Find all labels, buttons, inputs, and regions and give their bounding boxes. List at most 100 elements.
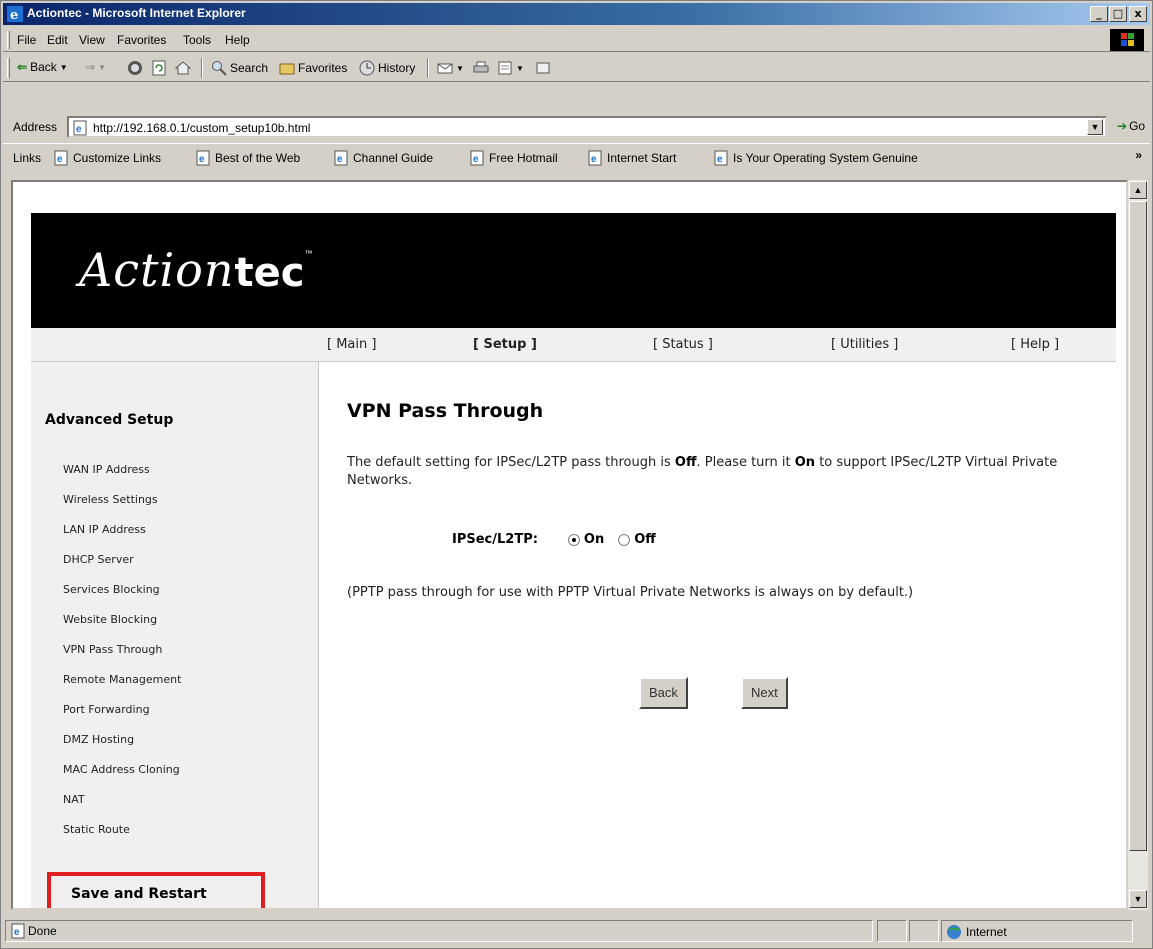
window-title: Actiontec - Microsoft Internet Explorer <box>27 6 246 20</box>
save-and-restart-link[interactable]: Save and Restart <box>71 886 207 902</box>
favorites-label: Favorites <box>298 61 348 75</box>
history-button[interactable]: History <box>359 60 415 76</box>
sidebar-item-vpn-pass-through[interactable]: VPN Pass Through <box>63 643 162 656</box>
ipsec-l2tp-row: IPSec/L2TP: On Off <box>452 532 670 547</box>
history-icon <box>359 60 375 76</box>
refresh-button[interactable] <box>151 60 167 76</box>
toolbar-separator <box>427 58 429 78</box>
next-page-button[interactable]: Next <box>741 677 788 709</box>
nav-help[interactable]: [ Help ] <box>1011 337 1059 352</box>
mail-dropdown-icon: ▼ <box>456 63 464 73</box>
menu-favorites[interactable]: Favorites <box>117 33 166 47</box>
history-label: History <box>378 61 416 75</box>
vertical-scrollbar[interactable]: ▲ ▼ <box>1128 180 1148 910</box>
sidebar-item-dhcp-server[interactable]: DHCP Server <box>63 553 134 566</box>
close-button[interactable]: x <box>1129 6 1147 22</box>
link-label: Channel Guide <box>353 151 434 165</box>
address-field[interactable]: e ▼ <box>67 116 1107 138</box>
ipsec-on-label: On <box>583 532 605 547</box>
sidebar-item-port-forwarding[interactable]: Port Forwarding <box>63 703 150 716</box>
menu-view[interactable]: View <box>79 33 105 47</box>
sidebar-item-static-route[interactable]: Static Route <box>63 823 130 836</box>
edit-icon <box>498 61 512 75</box>
link-internet-start[interactable]: e Internet Start <box>587 150 676 166</box>
maximize-button[interactable]: □ <box>1109 6 1127 22</box>
link-customize-links[interactable]: e Customize Links <box>53 150 161 166</box>
sidebar-item-mac-address-cloning[interactable]: MAC Address Cloning <box>63 763 180 776</box>
toolbar-band <box>3 83 1150 113</box>
discuss-button[interactable] <box>535 60 551 76</box>
page-icon: e <box>588 150 602 166</box>
svg-text:e: e <box>473 154 479 165</box>
menu-tools[interactable]: Tools <box>183 33 211 47</box>
mail-button[interactable]: ▼ <box>437 60 464 76</box>
address-dropdown-icon[interactable]: ▼ <box>1087 119 1103 135</box>
back-page-button[interactable]: Back <box>639 677 688 709</box>
back-button[interactable]: ⇐ Back ▼ <box>17 60 68 74</box>
sidebar-item-remote-management[interactable]: Remote Management <box>63 673 181 686</box>
nav-status[interactable]: [ Status ] <box>653 337 713 352</box>
title-bar: e Actiontec - Microsoft Internet Explore… <box>3 3 1150 25</box>
links-bar: Links e Customize Links e Best of the We… <box>3 143 1150 171</box>
menu-help[interactable]: Help <box>225 33 250 47</box>
svg-text:e: e <box>591 154 597 165</box>
scroll-down-icon[interactable]: ▼ <box>1129 890 1147 908</box>
link-channel-guide[interactable]: e Channel Guide <box>333 150 433 166</box>
ipsec-off-label: Off <box>634 532 656 547</box>
sidebar-item-lan-ip-address[interactable]: LAN IP Address <box>63 523 146 536</box>
toolbar-grip <box>7 31 10 49</box>
links-more-chevron-icon[interactable]: » <box>1135 148 1142 162</box>
sidebar-item-wireless-settings[interactable]: Wireless Settings <box>63 493 158 506</box>
ie-icon: e <box>7 6 23 22</box>
top-nav: [ Main ] [ Setup ] [ Status ] [ Utilitie… <box>31 328 1116 362</box>
edit-button[interactable]: ▼ <box>497 60 524 76</box>
nav-utilities[interactable]: [ Utilities ] <box>831 337 898 352</box>
links-label: Links <box>13 151 42 165</box>
print-icon <box>473 61 489 73</box>
globe-icon <box>947 925 961 939</box>
main-panel: VPN Pass Through The default setting for… <box>319 362 1116 908</box>
go-label: Go <box>1129 119 1146 133</box>
search-label: Search <box>230 61 269 75</box>
home-button[interactable] <box>175 60 191 76</box>
scroll-thumb[interactable] <box>1129 201 1147 851</box>
toolbar-separator <box>201 58 203 78</box>
forward-button[interactable]: ⇒ ▼ <box>85 60 106 74</box>
forward-arrow-icon: ⇒ <box>85 60 96 74</box>
stop-button[interactable] <box>127 60 143 76</box>
favorites-button[interactable]: Favorites <box>279 60 347 76</box>
menu-edit[interactable]: Edit <box>47 33 68 47</box>
menu-file[interactable]: File <box>17 33 36 47</box>
link-best-of-the-web[interactable]: e Best of the Web <box>195 150 300 166</box>
minimize-button[interactable]: _ <box>1090 6 1108 22</box>
nav-setup[interactable]: [ Setup ] <box>473 337 537 352</box>
intro-on: On <box>794 455 816 470</box>
scroll-up-icon[interactable]: ▲ <box>1129 181 1147 199</box>
search-button[interactable]: Search <box>211 60 268 76</box>
nav-main[interactable]: [ Main ] <box>327 337 376 352</box>
pptp-note: (PPTP pass through for use with PPTP Vir… <box>347 585 914 600</box>
zone-indicator: Internet <box>946 924 1007 940</box>
status-bar: e Done Internet <box>3 918 1150 946</box>
sidebar-item-website-blocking[interactable]: Website Blocking <box>63 613 157 626</box>
ipsec-on-radio[interactable] <box>567 533 580 546</box>
svg-text:e: e <box>337 154 343 165</box>
browser-window: e Actiontec - Microsoft Internet Explore… <box>0 0 1153 949</box>
link-free-hotmail[interactable]: e Free Hotmail <box>469 150 558 166</box>
sidebar-item-nat[interactable]: NAT <box>63 793 85 806</box>
ipsec-off-radio[interactable] <box>618 533 631 546</box>
sidebar: Advanced Setup WAN IP Address Wireless S… <box>31 362 319 908</box>
print-button[interactable] <box>473 60 489 76</box>
page-title: VPN Pass Through <box>347 400 544 422</box>
sidebar-item-services-blocking[interactable]: Services Blocking <box>63 583 160 596</box>
svg-text:e: e <box>14 927 20 938</box>
svg-text:e: e <box>76 124 82 135</box>
sidebar-item-dmz-hosting[interactable]: DMZ Hosting <box>63 733 134 746</box>
address-input[interactable] <box>93 120 1073 136</box>
link-is-your-operating-system-genuine[interactable]: e Is Your Operating System Genuine <box>713 150 918 166</box>
sidebar-item-wan-ip-address[interactable]: WAN IP Address <box>63 463 150 476</box>
go-button[interactable]: ➔ Go <box>1117 119 1145 133</box>
logo-bold: tec <box>234 250 305 296</box>
go-arrow-icon: ➔ <box>1117 119 1128 133</box>
header-banner: Actiontec™ <box>31 213 1116 328</box>
